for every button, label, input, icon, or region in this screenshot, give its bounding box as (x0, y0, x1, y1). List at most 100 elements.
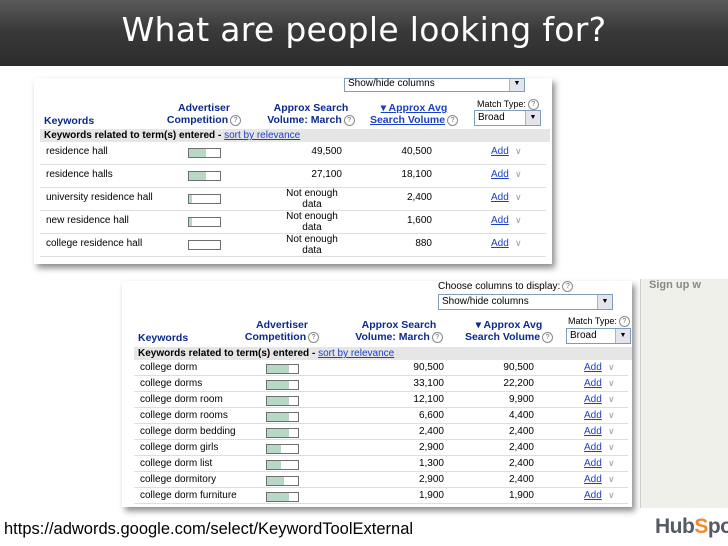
section-header: Keywords related to term(s) entered - so… (40, 129, 550, 142)
help-icon[interactable]: ? (527, 99, 539, 111)
avg-search-volume: 880 (415, 238, 432, 249)
chevron-down-icon: ▼ (509, 79, 524, 91)
table-row: college dorm bedding 2,400 2,400 Add ∨ (134, 424, 628, 440)
search-volume-march: 33,100 (413, 378, 444, 389)
show-hide-columns-select[interactable]: Show/hide columns ▼ (344, 78, 525, 92)
add-keyword-link[interactable]: Add (491, 169, 509, 180)
keyword-cell: college dorm list (140, 458, 213, 469)
keyword-cell: college dorms (140, 378, 203, 389)
help-icon[interactable]: ? (562, 281, 574, 292)
search-volume-march: 49,500 (311, 146, 342, 157)
header-keywords: Keywords (44, 115, 95, 127)
chevron-down-icon: ▼ (525, 111, 540, 125)
add-keyword-link[interactable]: Add (584, 394, 602, 405)
double-chevron-down-icon[interactable]: ∨ (515, 192, 522, 203)
add-keyword-link[interactable]: Add (491, 238, 509, 249)
header-approx-avg-volume[interactable]: ▾ Approx Avg Search Volume? (454, 319, 564, 343)
competition-bar (266, 476, 299, 486)
help-icon[interactable]: ? (308, 331, 320, 343)
header-approx-avg-volume[interactable]: ▾ Approx Avg Search Volume? (364, 102, 464, 126)
add-keyword-link[interactable]: Add (584, 474, 602, 485)
table-row: university residence hall Not enough data 2… (40, 188, 546, 211)
competition-bar-fill (267, 461, 281, 469)
add-keyword-link[interactable]: Add (584, 362, 602, 373)
show-hide-columns-value: Show/hide columns (442, 296, 529, 307)
avg-search-volume: 1,600 (406, 215, 432, 226)
not-enough-data: Not enough data (286, 234, 338, 256)
double-chevron-down-icon[interactable]: ∨ (608, 490, 615, 501)
double-chevron-down-icon[interactable]: ∨ (608, 474, 615, 485)
competition-bar (266, 412, 299, 422)
add-keyword-link[interactable]: Add (491, 215, 509, 226)
keyword-cell: college dorm furniture (140, 490, 237, 501)
sort-by-relevance-link[interactable]: sort by relevance (224, 130, 300, 141)
add-keyword-link[interactable]: Add (584, 442, 602, 453)
competition-bar-fill (189, 218, 192, 226)
table-row: college residence hall Not enough data 880 A… (40, 234, 546, 257)
keyword-cell: college dorm room (140, 394, 223, 405)
competition-bar-fill (267, 381, 289, 389)
search-volume-march: 2,900 (418, 474, 444, 485)
table-row: college dorm room 12,100 9,900 Add ∨ (134, 392, 628, 408)
avg-search-volume: 2,400 (508, 458, 534, 469)
help-icon[interactable]: ? (343, 114, 355, 126)
double-chevron-down-icon[interactable]: ∨ (515, 169, 522, 180)
competition-bar (188, 148, 221, 158)
double-chevron-down-icon[interactable]: ∨ (608, 378, 615, 389)
show-hide-columns-select[interactable]: Show/hide columns ▼ (438, 294, 613, 310)
match-type-select[interactable]: Broad ▼ (566, 328, 631, 344)
help-icon[interactable]: ? (447, 114, 459, 126)
right-sidebar-panel: Sign up w (640, 279, 728, 508)
search-volume-march: 2,400 (418, 426, 444, 437)
double-chevron-down-icon[interactable]: ∨ (515, 146, 522, 157)
competition-bar-fill (267, 365, 289, 373)
add-keyword-link[interactable]: Add (584, 490, 602, 501)
competition-bar (188, 217, 221, 227)
show-hide-columns-value: Show/hide columns (348, 78, 435, 89)
keyword-cell: university residence hall (46, 192, 153, 203)
table-row: college dorms 33,100 22,200 Add ∨ (134, 376, 628, 392)
help-icon[interactable]: ? (542, 331, 554, 343)
competition-bar-fill (267, 493, 289, 501)
match-type-select[interactable]: Broad ▼ (474, 110, 541, 126)
double-chevron-down-icon[interactable]: ∨ (608, 458, 615, 469)
double-chevron-down-icon[interactable]: ∨ (608, 394, 615, 405)
row-divider (134, 503, 628, 504)
sort-by-relevance-link[interactable]: sort by relevance (318, 348, 394, 359)
add-keyword-link[interactable]: Add (584, 410, 602, 421)
table-row: college dormitory 2,900 2,400 Add ∨ (134, 472, 628, 488)
add-keyword-link[interactable]: Add (584, 378, 602, 389)
keyword-cell: college dorm rooms (140, 410, 228, 421)
double-chevron-down-icon[interactable]: ∨ (515, 215, 522, 226)
add-keyword-link[interactable]: Add (584, 426, 602, 437)
competition-bar-fill (189, 172, 206, 180)
avg-search-volume: 2,400 (406, 192, 432, 203)
help-icon[interactable]: ? (230, 114, 242, 126)
help-icon[interactable]: ? (618, 316, 630, 328)
double-chevron-down-icon[interactable]: ∨ (515, 238, 522, 249)
help-icon[interactable]: ? (431, 331, 443, 343)
keyword-cell: new residence hall (46, 215, 129, 226)
header-keywords: Keywords (138, 332, 189, 344)
double-chevron-down-icon[interactable]: ∨ (608, 410, 615, 421)
competition-bar (188, 240, 221, 250)
avg-search-volume: 4,400 (508, 410, 534, 421)
keyword-cell: college dorm girls (140, 442, 219, 453)
slide-title: What are people looking for? (121, 10, 607, 49)
search-volume-march: 90,500 (413, 362, 444, 373)
sign-up-link[interactable]: Sign up w (649, 279, 701, 291)
double-chevron-down-icon[interactable]: ∨ (608, 442, 615, 453)
add-keyword-link[interactable]: Add (491, 146, 509, 157)
competition-bar-fill (189, 195, 192, 203)
search-volume-march: 1,300 (418, 458, 444, 469)
double-chevron-down-icon[interactable]: ∨ (608, 426, 615, 437)
source-url: https://adwords.google.com/select/Keywor… (4, 520, 414, 538)
choose-columns-label: Choose columns to display:? (438, 281, 574, 292)
competition-bar-fill (189, 149, 206, 157)
add-keyword-link[interactable]: Add (491, 192, 509, 203)
match-type-value: Broad (478, 112, 505, 123)
search-volume-march: 27,100 (311, 169, 342, 180)
add-keyword-link[interactable]: Add (584, 458, 602, 469)
double-chevron-down-icon[interactable]: ∨ (608, 362, 615, 373)
header-approx-search-march: Approx Search Volume: March? (344, 319, 454, 343)
